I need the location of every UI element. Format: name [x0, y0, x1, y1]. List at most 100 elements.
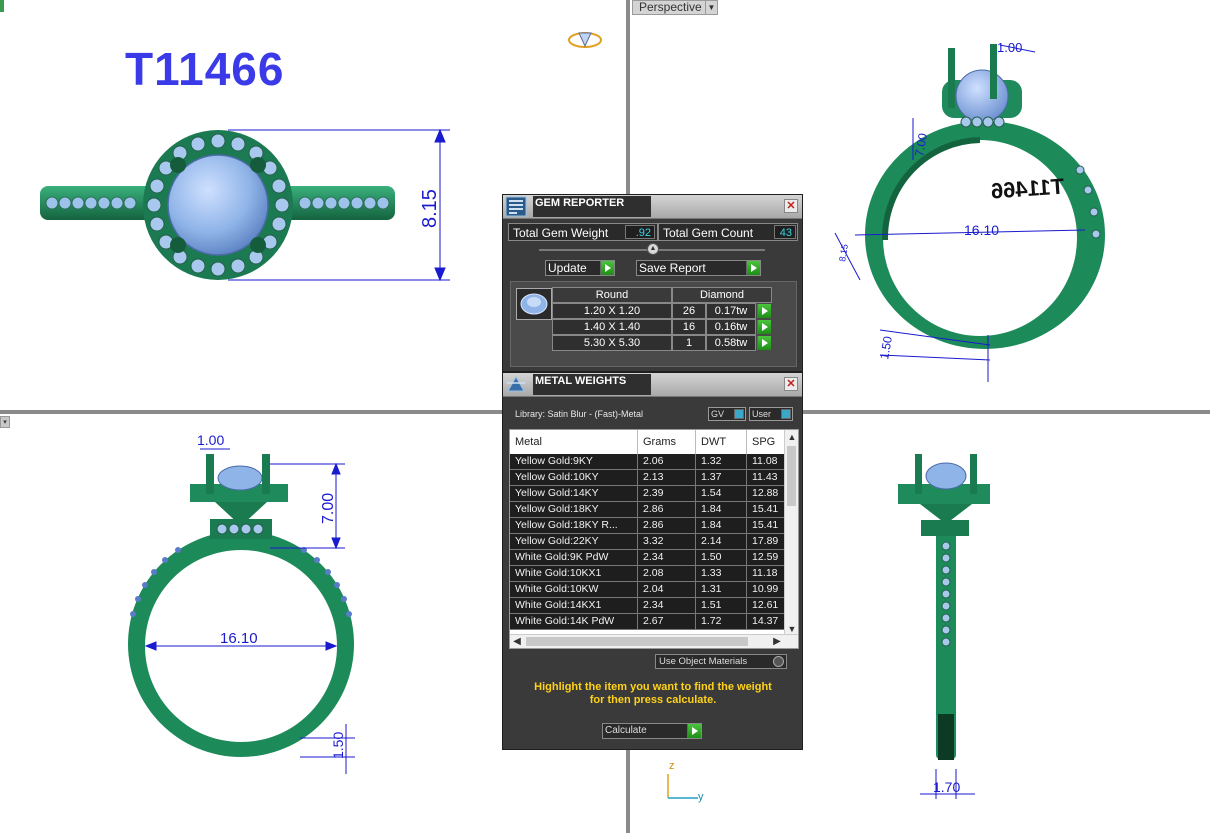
gem-reporter-panel: GEM REPORTER ✕ Total Gem Weight .92 Tota…: [502, 194, 803, 372]
cell-spg: 12.59: [747, 550, 787, 565]
cell-grams: 2.08: [638, 566, 696, 581]
cell-metal: Yellow Gold:22KY: [510, 534, 638, 549]
gem-reporter-titlebar[interactable]: GEM REPORTER ✕: [503, 195, 802, 219]
cell-dwt: 1.54: [696, 486, 747, 501]
calculate-play-icon[interactable]: [687, 724, 701, 738]
ring-thumbnail-icon[interactable]: [568, 32, 602, 48]
gv-toggle[interactable]: GV: [708, 407, 746, 421]
column-header-metal[interactable]: Metal: [510, 430, 638, 454]
bl-band-label: 1.50: [330, 732, 346, 759]
gem-row-select-button[interactable]: [757, 336, 771, 350]
cell-dwt: 1.51: [696, 598, 747, 613]
table-row[interactable]: Yellow Gold:18KY 2.86 1.84 15.41: [510, 502, 787, 518]
metal-weights-table[interactable]: Metal Grams DWT SPG Yellow Gold:9KY 2.06 1…: [509, 429, 799, 649]
metal-table-horizontal-scrollbar[interactable]: ◀ ▶: [510, 634, 798, 648]
cell-metal: White Gold:10KW: [510, 582, 638, 597]
gem-row-weight: 0.17tw: [706, 303, 756, 319]
hint-line-1: Highlight the item you want to find the …: [534, 681, 772, 693]
scroll-left-icon[interactable]: ◀: [510, 635, 524, 648]
use-object-materials-toggle[interactable]: Use Object Materials: [655, 654, 787, 669]
cell-grams: 2.04: [638, 582, 696, 597]
bl-prong-label: 1.00: [197, 432, 224, 448]
cell-dwt: 1.50: [696, 550, 747, 565]
table-row[interactable]: White Gold:10KX1 2.08 1.33 11.18: [510, 566, 787, 582]
library-label: Library: Satin Blur - (Fast)-Metal: [515, 409, 644, 419]
gem-row-select-button[interactable]: [757, 320, 771, 334]
save-report-button[interactable]: Save Report: [636, 260, 761, 276]
column-header-grams[interactable]: Grams: [638, 430, 696, 454]
table-row[interactable]: White Gold:14KX1 2.34 1.51 12.61: [510, 598, 787, 614]
gem-row-weight: 0.58tw: [706, 335, 756, 351]
gv-toggle-label: GV: [711, 409, 725, 419]
update-play-icon[interactable]: [600, 261, 614, 275]
hint-line-2: for then press calculate.: [589, 694, 717, 706]
column-header-spg[interactable]: SPG: [747, 430, 787, 454]
save-report-label: Save Report: [639, 261, 706, 275]
gem-row-count: 26: [672, 303, 706, 319]
cell-grams: 2.34: [638, 598, 696, 613]
br-width-label: 1.70: [933, 779, 960, 795]
round-gem-thumbnail[interactable]: [516, 288, 552, 320]
gem-summary-table: Round Diamond 1.20 X 1.20 26 0.17tw 1.40…: [510, 281, 797, 367]
bl-diameter-label: 16.10: [220, 630, 258, 647]
dropdown-arrow-icon[interactable]: ▼: [705, 1, 717, 14]
gv-toggle-switch-icon: [734, 409, 744, 419]
panel-splitter-knob[interactable]: ▲: [647, 243, 659, 255]
table-row[interactable]: White Gold:9K PdW 2.34 1.50 12.59: [510, 550, 787, 566]
gem-row-select-button[interactable]: [757, 304, 771, 318]
cell-spg: 15.41: [747, 502, 787, 517]
calculate-button[interactable]: Calculate: [602, 723, 702, 739]
cell-dwt: 1.33: [696, 566, 747, 581]
user-toggle[interactable]: User: [749, 407, 793, 421]
cell-dwt: 1.31: [696, 582, 747, 597]
column-header-dwt[interactable]: DWT: [696, 430, 747, 454]
table-row[interactable]: Yellow Gold:14KY 2.39 1.54 12.88: [510, 486, 787, 502]
scale-icon: [507, 375, 525, 392]
table-row[interactable]: Yellow Gold:18KY R... 2.86 1.84 15.41: [510, 518, 787, 534]
axis-gizmo: z y: [667, 760, 704, 803]
cell-metal: Yellow Gold:14KY: [510, 486, 638, 501]
scroll-right-icon[interactable]: ▶: [770, 635, 784, 648]
metal-weights-panel: METAL WEIGHTS ✕ Library: Satin Blur - (F…: [502, 372, 803, 750]
viewport-menu-toggle[interactable]: ▾: [0, 416, 10, 428]
table-row[interactable]: White Gold:10KW 2.04 1.31 10.99: [510, 582, 787, 598]
close-icon: ✕: [786, 200, 796, 212]
gem-row-weight: 0.16tw: [706, 319, 756, 335]
cell-grams: 2.86: [638, 518, 696, 533]
cell-dwt: 2.14: [696, 534, 747, 549]
save-report-play-icon[interactable]: [746, 261, 760, 275]
cell-spg: 15.41: [747, 518, 787, 533]
calculate-hint: Highlight the item you want to find the …: [513, 681, 793, 707]
table-row[interactable]: Yellow Gold:9KY 2.06 1.32 11.08: [510, 454, 787, 470]
table-row[interactable]: Yellow Gold:10KY 2.13 1.37 11.43: [510, 470, 787, 486]
table-row[interactable]: Yellow Gold:22KY 3.32 2.14 17.89: [510, 534, 787, 550]
use-object-materials-radio-icon[interactable]: [773, 656, 784, 667]
cell-grams: 2.86: [638, 502, 696, 517]
metal-weights-close-button[interactable]: ✕: [784, 377, 798, 391]
shape-header: Round: [552, 287, 672, 303]
cell-dwt: 1.72: [696, 614, 747, 629]
metal-table-vertical-scrollbar[interactable]: ▲ ▼: [784, 430, 798, 636]
vertical-scroll-thumb[interactable]: [787, 446, 796, 506]
metal-weights-titlebar[interactable]: METAL WEIGHTS ✕: [503, 373, 802, 397]
cell-dwt: 1.32: [696, 454, 747, 469]
view-mode-dropdown[interactable]: Perspective ▼: [632, 0, 718, 15]
engraving-text: T11466: [990, 173, 1065, 203]
cell-spg: 11.18: [747, 566, 787, 581]
update-button-label: Update: [548, 261, 587, 275]
cell-dwt: 1.37: [696, 470, 747, 485]
tl-corner-marker: [0, 0, 4, 12]
scroll-up-icon[interactable]: ▲: [785, 430, 798, 444]
cell-grams: 2.34: [638, 550, 696, 565]
horizontal-scroll-thumb[interactable]: [526, 637, 748, 646]
tr-side-label: 8.15: [837, 243, 850, 262]
update-button[interactable]: Update: [545, 260, 615, 276]
cell-grams: 2.39: [638, 486, 696, 501]
cell-spg: 11.43: [747, 470, 787, 485]
height-dimension-label: 8.15: [419, 189, 441, 228]
bl-height-label: 7.00: [320, 493, 337, 524]
gem-row-count: 1: [672, 335, 706, 351]
table-row[interactable]: White Gold:14K PdW 2.67 1.72 14.37: [510, 614, 787, 630]
gem-reporter-close-button[interactable]: ✕: [784, 199, 798, 213]
gem-reporter-title: GEM REPORTER: [533, 196, 651, 217]
